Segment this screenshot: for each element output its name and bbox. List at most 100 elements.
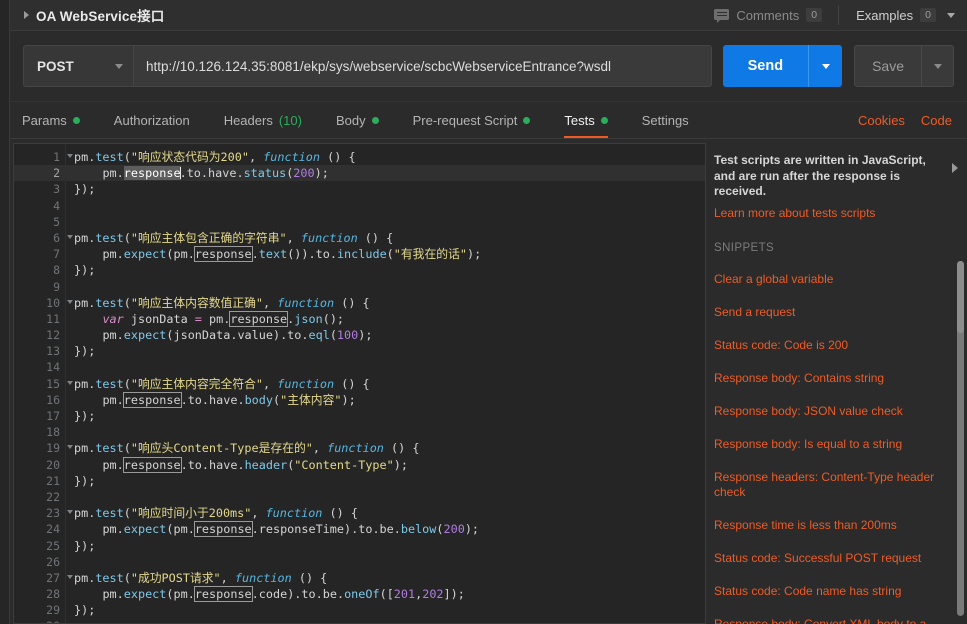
snippet-item[interactable]: Status code: Successful POST request	[714, 551, 949, 566]
code-line[interactable]: pm.test("响应主体内容完全符合", function () {	[66, 376, 705, 392]
code-line[interactable]	[66, 554, 705, 570]
code-line[interactable]: pm.response.to.have.status(200);	[66, 165, 705, 182]
postman-request-window: OA WebService接口 Comments 0 Examples 0 PO…	[0, 0, 967, 624]
request-title-group[interactable]: OA WebService接口	[10, 5, 164, 25]
cookies-link[interactable]: Cookies	[858, 113, 905, 128]
snippet-item[interactable]: Status code: Code is 200	[714, 338, 949, 353]
http-method-select[interactable]: POST	[23, 45, 133, 87]
snippet-item[interactable]: Status code: Code name has string	[714, 584, 949, 599]
token-highlight: response	[122, 391, 182, 408]
snippets-scrollbar[interactable]	[957, 261, 964, 616]
snippet-item[interactable]: Clear a global variable	[714, 272, 949, 287]
code-line[interactable]: });	[66, 602, 705, 618]
line-number: 12	[46, 328, 60, 343]
tab-headers[interactable]: Headers (10)	[224, 102, 320, 138]
code-line[interactable]	[66, 198, 705, 214]
snippet-item[interactable]: Send a request	[714, 305, 949, 320]
code-line[interactable]: });	[66, 181, 705, 197]
tab-tests[interactable]: Tests	[564, 102, 625, 138]
examples-dropdown[interactable]: Examples 0	[839, 8, 955, 23]
snippet-item[interactable]: Response body: Convert XML body to a JSO…	[714, 617, 949, 624]
headers-count: (10)	[278, 112, 302, 128]
snippet-item[interactable]: Response body: Is equal to a string	[714, 437, 949, 452]
tab-body[interactable]: Body	[336, 102, 397, 138]
code-line[interactable]: pm.expect(jsonData.value).to.eql(100);	[66, 327, 705, 343]
code-line[interactable]	[66, 424, 705, 440]
fold-arrow-icon[interactable]	[67, 510, 73, 515]
chevron-right-icon[interactable]	[24, 11, 29, 19]
tab-pre-request-script[interactable]: Pre-request Script	[413, 102, 549, 138]
line-number: 28	[46, 587, 60, 602]
tab-authorization[interactable]: Authorization	[114, 102, 208, 138]
code-line[interactable]	[66, 359, 705, 375]
code-line[interactable]: pm.test("响应主体包含正确的字符串", function () {	[66, 230, 705, 246]
snippet-item[interactable]: Response body: JSON value check	[714, 404, 949, 419]
snippet-item[interactable]: Response time is less than 200ms	[714, 518, 949, 533]
code-line[interactable]	[66, 618, 705, 623]
request-url-bar: POST http://10.126.124.35:8081/ekp/sys/w…	[0, 31, 967, 102]
fold-arrow-icon[interactable]	[67, 299, 73, 304]
fold-arrow-icon[interactable]	[67, 234, 73, 239]
save-options-button[interactable]	[921, 46, 953, 86]
code-line[interactable]: pm.response.to.have.body("主体内容");	[66, 391, 705, 408]
code-line[interactable]: });	[66, 408, 705, 424]
fold-arrow-icon[interactable]	[67, 154, 73, 158]
line-number: 29	[46, 603, 60, 618]
comments-button[interactable]: Comments 0	[704, 5, 840, 25]
editor-code-area[interactable]: pm.test("响应状态代码为200", function () { pm.r…	[66, 144, 705, 623]
code-line[interactable]: pm.test("响应头Content-Type是存在的", function …	[66, 440, 705, 456]
line-number: 19	[14, 440, 73, 456]
chevron-down-icon[interactable]	[115, 63, 123, 69]
tests-description: Test scripts are written in JavaScript, …	[714, 153, 926, 198]
code-line[interactable]: pm.expect(pm.response.responseTime).to.b…	[66, 521, 705, 538]
snippet-item[interactable]: Response headers: Content-Type header ch…	[714, 470, 949, 500]
send-button[interactable]: Send	[722, 45, 809, 87]
tab-label: Tests	[564, 112, 595, 128]
tab-settings[interactable]: Settings	[642, 102, 707, 138]
chevron-down-icon[interactable]	[947, 12, 955, 18]
fold-arrow-icon[interactable]	[67, 380, 73, 385]
code-line[interactable]: pm.test("成功POST请求", function () {	[66, 570, 705, 586]
code-line[interactable]	[66, 489, 705, 505]
title-bar-actions: Comments 0 Examples 0	[704, 0, 967, 30]
code-line[interactable]: pm.response.to.have.header("Content-Type…	[66, 456, 705, 473]
snippets-sidebar: Test scripts are written in JavaScript, …	[706, 143, 967, 624]
page-title: OA WebService接口	[36, 9, 165, 24]
code-line[interactable]: });	[66, 538, 705, 554]
method-and-url-group: POST http://10.126.124.35:8081/ekp/sys/w…	[23, 45, 712, 87]
learn-more-link[interactable]: Learn more about tests scripts	[714, 206, 949, 220]
snippet-item[interactable]: Response body: Contains string	[714, 371, 949, 386]
line-number: 20	[46, 457, 60, 472]
fold-arrow-icon[interactable]	[67, 445, 73, 450]
tests-pane: 1 2 3 4 5 6 7 8 9 10 11 12 13 14 15 16 17 18 19 20 21 22 23 24 2…	[0, 139, 967, 624]
tests-code-editor[interactable]: 1 2 3 4 5 6 7 8 9 10 11 12 13 14 15 16 17 18 19 20 21 22 23 24 2…	[13, 143, 706, 624]
code-line[interactable]: pm.expect(pm.response.text()).to.include…	[66, 246, 705, 263]
token-highlight: response	[193, 586, 253, 603]
code-line[interactable]: pm.test("响应状态代码为200", function () {	[66, 149, 705, 165]
code-line[interactable]: pm.test("响应主体内容数值正确", function () {	[66, 295, 705, 311]
code-line[interactable]	[66, 214, 705, 230]
code-line[interactable]: });	[66, 262, 705, 278]
code-line[interactable]: pm.test("响应时间小于200ms", function () {	[66, 505, 705, 521]
line-number: 9	[53, 279, 60, 294]
url-input[interactable]: http://10.126.124.35:8081/ekp/sys/webser…	[133, 45, 712, 87]
code-link[interactable]: Code	[921, 113, 952, 128]
code-line[interactable]: });	[66, 473, 705, 489]
tab-params[interactable]: Params	[22, 102, 98, 138]
comment-icon	[714, 8, 730, 23]
modified-dot-icon	[72, 116, 80, 124]
tab-label: Pre-request Script	[412, 112, 518, 128]
send-options-button[interactable]	[808, 45, 843, 87]
code-line[interactable]: });	[66, 343, 705, 359]
code-line[interactable]: pm.expect(pm.response.code).to.be.oneOf(…	[66, 586, 705, 603]
line-number: 18	[46, 425, 60, 440]
line-number: 4	[53, 198, 60, 213]
fold-arrow-icon[interactable]	[67, 574, 73, 579]
line-number: 8	[53, 263, 60, 278]
code-line[interactable]: var jsonData = pm.response.json();	[66, 310, 705, 327]
http-method-value: POST	[37, 58, 74, 74]
expand-panel-icon[interactable]	[952, 163, 958, 173]
code-line[interactable]	[66, 279, 705, 295]
comments-label: Comments	[736, 7, 800, 23]
save-button[interactable]: Save	[855, 46, 921, 86]
